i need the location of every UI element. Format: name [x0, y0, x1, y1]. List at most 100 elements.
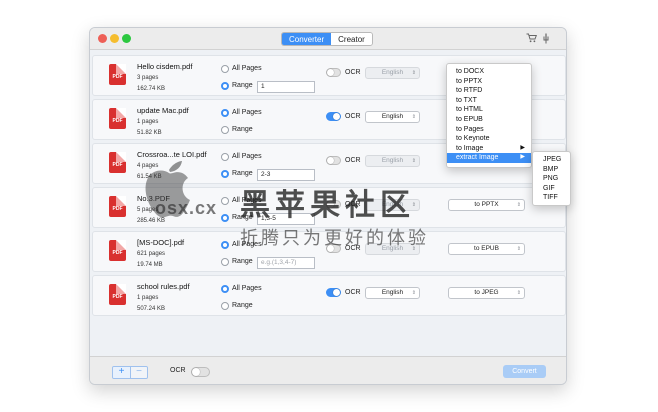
pdf-file-icon: PDF: [109, 152, 126, 173]
file-size: 51.82 KB: [137, 130, 162, 136]
file-name: [MS-DOC].pdf: [137, 238, 185, 247]
close-window-button[interactable]: [98, 34, 107, 43]
menu-item-to-txt[interactable]: to TXT: [447, 96, 531, 106]
toggle-knob: [192, 368, 200, 376]
global-ocr-toggle[interactable]: [191, 367, 210, 377]
minimize-window-button[interactable]: [110, 34, 119, 43]
pin-icon[interactable]: [542, 33, 550, 48]
range-input[interactable]: 1,3-5: [257, 213, 315, 225]
format-value: to EPUB: [474, 245, 499, 252]
language-select[interactable]: English ⇕: [365, 155, 420, 167]
range-label: Range: [232, 302, 253, 309]
global-ocr-label: OCR: [170, 367, 186, 374]
toggle-knob: [327, 201, 334, 208]
convert-button[interactable]: Convert: [503, 365, 546, 378]
all-pages-label: All Pages: [232, 285, 262, 292]
all-pages-label: All Pages: [232, 153, 262, 160]
submenu-item-png[interactable]: PNG: [533, 174, 570, 184]
pdf-file-icon: PDF: [109, 108, 126, 129]
format-select[interactable]: to JPEG ⇕: [448, 287, 525, 299]
all-pages-radio[interactable]: [221, 65, 229, 73]
menu-item-extract-image[interactable]: extract Image ▶: [447, 153, 531, 163]
ocr-toggle[interactable]: [326, 68, 341, 77]
bottom-toolbar: + − OCR Convert: [90, 356, 566, 384]
chevron-updown-icon: ⇕: [516, 290, 521, 296]
format-select[interactable]: to EPUB ⇕: [448, 243, 525, 255]
range-radio[interactable]: [221, 302, 229, 310]
all-pages-radio[interactable]: [221, 197, 229, 205]
submenu-item-bmp[interactable]: BMP: [533, 165, 570, 175]
menu-item-to-docx[interactable]: to DOCX: [447, 67, 531, 77]
range-input[interactable]: 2-3: [257, 169, 315, 181]
file-size: 162.74 KB: [137, 86, 166, 92]
range-input[interactable]: e.g.(1,3,4-7): [257, 257, 315, 269]
menu-item-to-pptx[interactable]: to PPTX: [447, 77, 531, 87]
ocr-toggle[interactable]: [326, 200, 341, 209]
submenu-item-gif[interactable]: GIF: [533, 184, 570, 194]
ocr-toggle[interactable]: [326, 288, 341, 297]
menu-item-to-epub[interactable]: to EPUB: [447, 115, 531, 125]
menu-item-label: extract Image: [456, 154, 499, 162]
submenu-item-jpeg[interactable]: JPEG: [533, 155, 570, 165]
menu-item-to-html[interactable]: to HTML: [447, 105, 531, 115]
all-pages-radio[interactable]: [221, 153, 229, 161]
add-file-button[interactable]: +: [113, 367, 130, 378]
format-select[interactable]: to PPTX ⇕: [448, 199, 525, 211]
ocr-label: OCR: [345, 69, 361, 76]
menu-item-to-keynote[interactable]: to Keynote: [447, 134, 531, 144]
tab-converter[interactable]: Converter: [282, 33, 332, 45]
range-radio[interactable]: [221, 170, 229, 178]
page-count: 621 pages: [137, 251, 166, 257]
chevron-updown-icon: ⇕: [411, 202, 416, 208]
image-format-submenu: JPEG BMP PNG GIF TIFF: [532, 151, 571, 206]
chevron-updown-icon: ⇕: [516, 202, 521, 208]
tab-creator[interactable]: Creator: [331, 33, 372, 45]
file-row[interactable]: PDF No.3.PDF 5 pages 285.46 KB All Pages…: [92, 187, 566, 228]
zoom-window-button[interactable]: [122, 34, 131, 43]
file-name: Crossroa...te LOI.pdf: [137, 150, 207, 159]
menu-item-to-rtfd[interactable]: to RTFD: [447, 86, 531, 96]
file-name: school rules.pdf: [137, 282, 190, 291]
toggle-knob: [327, 69, 334, 76]
ocr-toggle[interactable]: [326, 156, 341, 165]
language-select[interactable]: English ⇕: [365, 111, 420, 123]
ocr-toggle[interactable]: [326, 244, 341, 253]
file-name: update Mac.pdf: [137, 106, 189, 115]
menu-item-to-image[interactable]: to Image ▶: [447, 144, 531, 154]
pdf-file-icon: PDF: [109, 240, 126, 261]
language-select[interactable]: English ⇕: [365, 287, 420, 299]
all-pages-label: All Pages: [232, 241, 262, 248]
language-select[interactable]: English ⇕: [365, 243, 420, 255]
all-pages-radio[interactable]: [221, 241, 229, 249]
language-select[interactable]: English ⇕: [365, 67, 420, 79]
submenu-arrow-icon: ▶: [520, 154, 525, 161]
file-row[interactable]: PDF [MS-DOC].pdf 621 pages 19.74 MB All …: [92, 231, 566, 272]
submenu-item-tiff[interactable]: TIFF: [533, 193, 570, 203]
toggle-knob: [333, 113, 340, 120]
format-value: to PPTX: [474, 201, 499, 208]
file-row[interactable]: PDF school rules.pdf 1 pages 507.24 KB A…: [92, 275, 566, 316]
all-pages-radio[interactable]: [221, 109, 229, 117]
cart-icon[interactable]: [526, 33, 538, 47]
chevron-updown-icon: ⇕: [411, 70, 416, 76]
language-select[interactable]: English ⇕: [365, 199, 420, 211]
ocr-label: OCR: [345, 201, 361, 208]
range-radio[interactable]: [221, 258, 229, 266]
range-radio[interactable]: [221, 126, 229, 134]
toggle-knob: [327, 157, 334, 164]
range-radio[interactable]: [221, 82, 229, 90]
range-input[interactable]: 1: [257, 81, 315, 93]
range-radio[interactable]: [221, 214, 229, 222]
format-menu: to DOCX to PPTX to RTFD to TXT to HTML t…: [446, 63, 532, 168]
all-pages-label: All Pages: [232, 197, 262, 204]
remove-file-button[interactable]: −: [130, 367, 147, 378]
ocr-label: OCR: [345, 157, 361, 164]
file-name: Hello cisdem.pdf: [137, 62, 193, 71]
ocr-toggle[interactable]: [326, 112, 341, 121]
toggle-knob: [333, 289, 340, 296]
all-pages-radio[interactable]: [221, 285, 229, 293]
title-bar: Converter Creator: [90, 28, 566, 50]
language-value: English: [381, 289, 404, 296]
pdf-file-icon: PDF: [109, 196, 126, 217]
menu-item-to-pages[interactable]: to Pages: [447, 125, 531, 135]
